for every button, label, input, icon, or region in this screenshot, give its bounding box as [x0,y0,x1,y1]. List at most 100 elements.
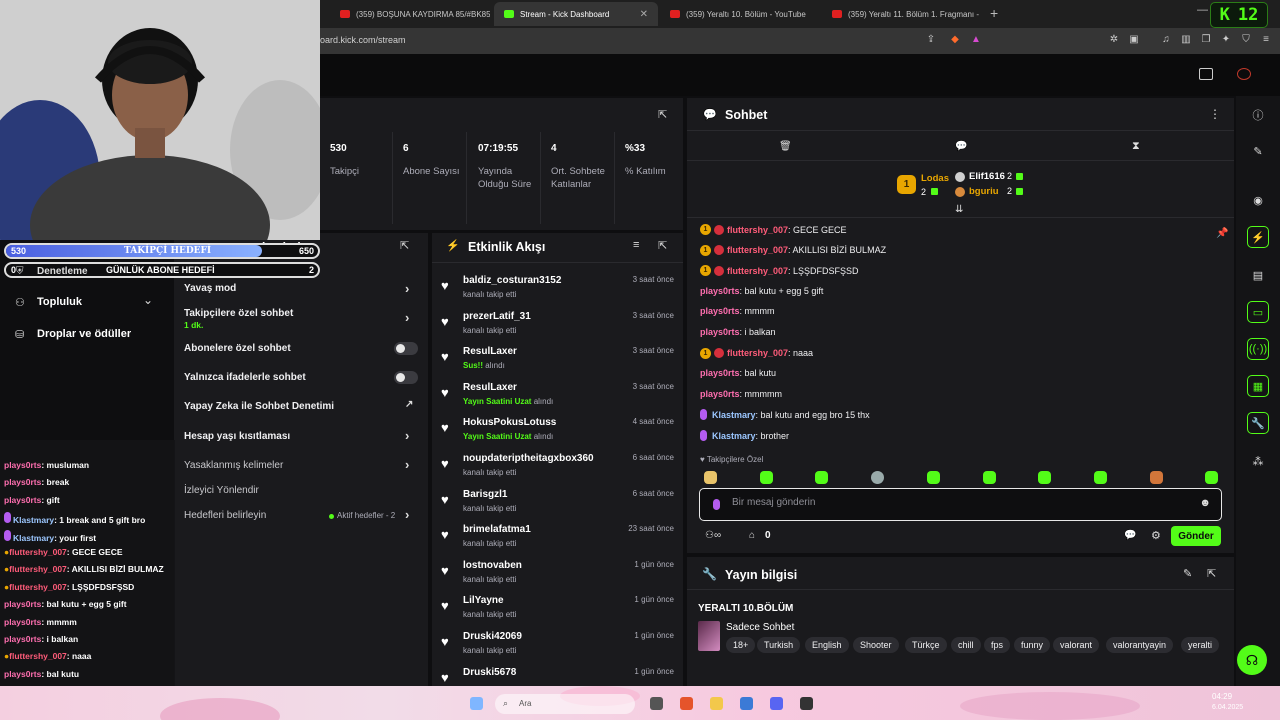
chat-message-input[interactable] [732,497,1182,508]
chat-username[interactable]: fluttershy_007 [727,348,788,358]
taskbar-search[interactable]: ⌕ Ara [495,694,635,714]
activity-username[interactable]: Barisgzl1 [463,489,507,500]
stream-tag[interactable]: fps [984,637,1011,653]
task-view-icon[interactable] [650,697,663,710]
screenshot-icon[interactable]: ▣ [1128,34,1140,46]
activity-username[interactable]: Druski5678 [463,667,516,678]
activity-username[interactable]: baldiz_costuran3152 [463,275,561,286]
brave-icon[interactable] [680,697,693,710]
stream-tag[interactable]: Turkish [757,637,801,653]
chevron-right-icon[interactable]: › [405,428,409,443]
edit-icon[interactable]: ✎ [1183,567,1192,580]
emote-icon[interactable] [704,471,717,484]
discord-icon[interactable] [770,697,783,710]
emote-icon[interactable] [1150,471,1163,484]
menu-icon[interactable]: ≡ [1260,34,1272,46]
chat-username[interactable]: plays0rts [700,389,740,399]
activity-username[interactable]: noupdateriptheitagxbox360 [463,453,594,464]
chat-username[interactable]: fluttershy_007 [727,245,788,255]
pin-icon[interactable]: 📌 [1216,228,1228,239]
layout-icon[interactable]: ▦ [1247,375,1269,397]
activity-item[interactable]: ♥ ResulLaxer Sus!! alındı 3 saat önce [432,344,682,380]
popout-icon[interactable]: ⇱ [400,239,409,252]
first-place-name[interactable]: Lodas [921,173,949,184]
category-name[interactable]: Sadece Sohbet [726,622,794,633]
copy-icon[interactable]: ❐ [1200,34,1212,46]
viewer-redirect-item[interactable]: İzleyici Yönlendir [184,485,259,496]
subs-only-toggle[interactable] [394,342,418,355]
wrench-icon[interactable]: 🔧 [1247,412,1269,434]
info-icon[interactable]: ⓘ [1247,104,1269,126]
activity-username[interactable]: ResulLaxer [463,382,517,393]
chat-username[interactable]: plays0rts [700,368,740,378]
activity-item[interactable]: ♥ HokusPokusLotuss Yayın Saatini Uzat alın… [432,415,682,451]
chat-icon[interactable]: ▭ [1247,301,1269,323]
lightning-icon[interactable]: ⚡ [1247,226,1269,248]
external-link-icon[interactable]: ↗ [405,399,413,410]
tab-youtube-bk85[interactable]: (359) BOŞUNA KAYDIRMA 85/#BK85 [330,2,490,26]
activity-item[interactable]: ♥ baldiz_costuran3152 kanalı takip etti 3 s… [432,273,682,309]
stream-tag[interactable]: valorantyayin [1106,637,1174,653]
filter-icon[interactable]: ≡ [633,239,639,251]
activity-username[interactable]: lostnovaben [463,560,522,571]
chevron-down-icon[interactable]: ⌄ [143,293,153,307]
broadcast-icon[interactable]: ((·)) [1247,338,1269,360]
trash-icon[interactable]: 🗑 [779,141,792,152]
users-icon[interactable]: ⁂ [1247,450,1269,472]
pencil-icon[interactable]: ✎ [1247,140,1269,162]
stream-tag[interactable]: yeralti [1181,637,1220,653]
brave-shield-icon[interactable]: ◆ [949,34,961,46]
gift-box-icon[interactable]: ⌂ [749,530,755,541]
activity-username[interactable]: ResulLaxer [463,346,517,357]
document-icon[interactable]: ▤ [1247,264,1269,286]
activity-item[interactable]: ♥ ResulLaxer Yayın Saatini Uzat alındı 3 sa… [432,380,682,416]
tab-youtube-yeralti-11[interactable]: (359) Yeraltı 11. Bölüm 1. Fragmanı - [822,2,984,26]
chat-username[interactable]: plays0rts [700,286,740,296]
popout-icon[interactable]: ⇱ [658,108,667,121]
sidebar-icon[interactable]: ▥ [1180,34,1192,46]
emote-icon[interactable] [760,471,773,484]
gear-icon[interactable]: ⚙ [1151,529,1161,542]
support-headset-icon[interactable]: ☊ [1237,645,1267,675]
emote-icon[interactable] [815,471,828,484]
activity-item[interactable]: ♥ prezerLatif_31 kanalı takip etti 3 saat ö… [432,309,682,345]
age-restrictions-item[interactable]: Hesap yaşı kısıtlaması [184,431,290,442]
chat-username[interactable]: Klastmary [712,410,756,420]
camera-icon[interactable]: ◉ [1247,189,1269,211]
windows-start-icon[interactable] [470,697,483,710]
set-goals-item[interactable]: Hedefleri belirleyin [184,510,266,521]
chat-username[interactable]: Klastmary [712,431,756,441]
file-explorer-icon[interactable] [710,697,723,710]
activity-item[interactable]: ♥ Druski42069 kanalı takip etti 1 gün önce [432,629,682,665]
activity-username[interactable]: Druski42069 [463,631,522,642]
chat-username[interactable]: fluttershy_007 [727,225,788,235]
chat-bubble-icon[interactable]: 💬 [955,141,967,152]
stream-tag[interactable]: valorant [1053,637,1100,653]
third-place-name[interactable]: bguriu [969,186,999,197]
slow-mode-item[interactable]: Yavaş mod [184,283,236,294]
nav-drops[interactable]: Droplar ve ödüller [37,328,131,340]
new-tab-icon[interactable]: + [990,5,998,21]
activity-username[interactable]: LilYayne [463,595,504,606]
close-tab-icon[interactable]: ✕ [640,9,648,20]
url-text[interactable]: oard.kick.com/stream [320,35,406,45]
chat-username[interactable]: fluttershy_007 [727,266,788,276]
popout-icon[interactable]: ⇱ [1207,567,1216,580]
ai-moderation-item[interactable]: Yapay Zeka ile Sohbet Denetimi [184,401,334,412]
obs-icon[interactable] [800,697,813,710]
stream-tag[interactable]: 18+ [726,637,756,653]
music-icon[interactable]: ♫ [1160,34,1172,46]
activity-item[interactable]: ♥ brimelafatma1 kanalı takip etti 23 saat ö… [432,522,682,558]
stream-tag[interactable]: chill [951,637,981,653]
chevron-right-icon[interactable]: › [405,310,409,325]
stream-tag[interactable]: funny [1014,637,1051,653]
more-options-icon[interactable]: ⋮ [1209,107,1221,121]
emote-icon[interactable] [1038,471,1051,484]
activity-username[interactable]: HokusPokusLotuss [463,417,556,428]
emoji-icon[interactable]: ☻ [1199,497,1211,509]
category-thumbnail[interactable] [698,621,720,651]
popout-icon[interactable]: ⇱ [658,239,667,252]
second-place-name[interactable]: Elif1616 [969,171,1005,182]
hourglass-icon[interactable]: ⧗ [1132,140,1140,153]
tab-youtube-yeralti-10[interactable]: (359) Yeraltı 10. Bölüm - YouTube [660,2,820,26]
